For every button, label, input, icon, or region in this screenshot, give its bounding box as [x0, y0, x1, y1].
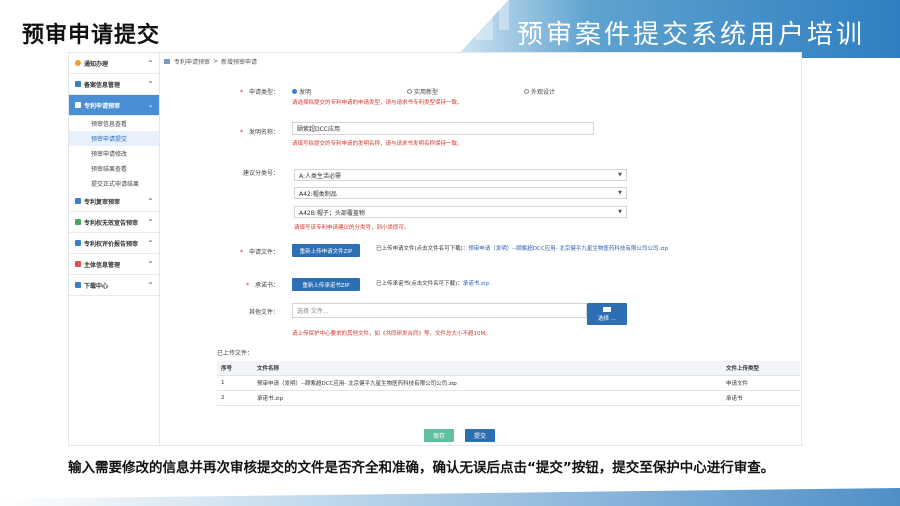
- save-button[interactable]: 保存: [424, 429, 454, 442]
- table-row: 1 预审申请（发明）--颐紫超DCC应用- 北京健平九星生物医药科技有限公司公司…: [217, 375, 800, 391]
- folder-icon: [603, 306, 611, 312]
- column-header: 文件名称: [253, 361, 722, 376]
- radio-icon: [524, 89, 529, 94]
- reupload-commit-button[interactable]: 重新上传承诺书ZIP: [292, 278, 360, 291]
- commit-label: * 承诺书：: [245, 282, 279, 289]
- class-select-subclass[interactable]: A42B:帽子；头部覆盖物 ▼: [294, 206, 627, 218]
- sidebar-subitem-modify[interactable]: 预审申请修改: [69, 146, 159, 161]
- sidebar-item-subject[interactable]: 主体信息管理 ^: [69, 254, 159, 275]
- table-cell: 1: [217, 375, 253, 391]
- table-cell: 2: [217, 390, 253, 406]
- class-hint: 请填写该专利申请建议的分类号，到小类即可。: [294, 225, 410, 231]
- sidebar-subitem-formal[interactable]: 提交正式申请结果: [69, 176, 159, 191]
- folder-icon: [75, 198, 81, 204]
- app-file-info: 已上传申请文件(点击文件名可下载)：预审申请（发明）--颐紫超DCC应用- 北京…: [376, 246, 669, 252]
- chevron-down-icon: ⌄: [147, 101, 153, 109]
- chevron-down-icon: ▼: [618, 172, 622, 178]
- sidebar-item-reexam[interactable]: 专利复审预审 ^: [69, 191, 159, 212]
- sidebar-subitem-result[interactable]: 预审结果查看: [69, 161, 159, 176]
- type-radio-design[interactable]: 外观设计: [524, 87, 555, 96]
- table-row: 2 承诺书.zip 承诺书: [217, 390, 800, 406]
- banner-title: 预审案件提交系统用户培训: [517, 20, 866, 50]
- choose-file-button[interactable]: 选择 ...: [587, 303, 627, 325]
- chevron-up-icon: ^: [147, 59, 153, 67]
- chevron-up-icon: ^: [147, 218, 153, 226]
- slide-title: 预审申请提交: [22, 23, 161, 48]
- sidebar-subitem-submit[interactable]: 预审申请提交: [69, 131, 159, 146]
- chevron-up-icon: ^: [147, 239, 153, 247]
- folder-icon: [75, 81, 81, 87]
- sidebar-item-patent-pre-exam[interactable]: 专利申请预审 ⌄: [69, 95, 159, 116]
- class-label: 建议分类号：: [242, 170, 279, 177]
- radio-selected-icon: [292, 89, 297, 94]
- radio-icon: [407, 89, 412, 94]
- sidebar-item-invalidation[interactable]: 专利权无效宣告预审 ^: [69, 212, 159, 233]
- table-cell: 预审申请（发明）--颐紫超DCC应用- 北京健平九星生物医药科技有限公司公司.z…: [253, 375, 722, 391]
- column-header: 序号: [217, 361, 253, 376]
- home-icon: [164, 59, 170, 64]
- slide-caption: 输入需要修改的信息并再次审核提交的文件是否齐全和准确，确认无误后点击“提交”按钮…: [68, 460, 775, 476]
- commit-info: 已上传承诺书(点击文件名可下载)：承诺书.zip: [376, 281, 489, 287]
- submit-button[interactable]: 提交: [465, 429, 495, 442]
- user-icon: [75, 261, 81, 267]
- invention-name-input[interactable]: 颐紫超DCC应用: [292, 122, 594, 135]
- breadcrumb-item[interactable]: 专利申请预审: [174, 57, 210, 66]
- class-select-class[interactable]: A42:帽类制品 ▼: [294, 187, 627, 199]
- download-icon: [75, 282, 81, 288]
- type-radio-utility[interactable]: 实用新型: [407, 87, 438, 96]
- sidebar-subitem-view[interactable]: 预审信息查看: [69, 116, 159, 131]
- type-label: * 申请类型：: [239, 89, 279, 96]
- chevron-down-icon: ▼: [618, 209, 622, 215]
- breadcrumb-separator: >: [213, 58, 219, 65]
- commit-file-link[interactable]: 承诺书.zip: [463, 281, 489, 287]
- table-cell: 承诺书.zip: [253, 390, 722, 406]
- chevron-down-icon: ▼: [618, 190, 622, 196]
- breadcrumb: 专利申请预审 > 新增预审申请: [164, 57, 257, 66]
- sidebar-item-notice[interactable]: 通知办理 ^: [69, 53, 159, 74]
- other-hint: 请上传保护中心要求的其他文件，如《共同研发合同》等，文件总大小不超10M。: [292, 331, 491, 337]
- title-banner: 预审案件提交系统用户培训: [455, 0, 900, 58]
- sidebar: 通知办理 ^ 备案信息管理 ^ 专利申请预审 ⌄ 预审信息查看 预审申请提交 预…: [69, 53, 160, 445]
- table-cell: 承诺书: [722, 390, 800, 406]
- chevron-up-icon: ^: [147, 281, 153, 289]
- sidebar-item-filing[interactable]: 备案信息管理 ^: [69, 74, 159, 95]
- chevron-up-icon: ^: [147, 260, 153, 268]
- uploaded-files-table: 序号 文件名称 文件上传类型 1 预审申请（发明）--颐紫超DCC应用- 北京健…: [217, 361, 800, 406]
- breadcrumb-current: 新增预审申请: [221, 59, 258, 66]
- folder-icon: [75, 240, 81, 246]
- chevron-up-icon: ^: [147, 197, 153, 205]
- app-file-link[interactable]: 预审申请（发明）--颐紫超DCC应用- 北京健平九星生物医药科技有限公司公司.z…: [468, 246, 668, 252]
- app-file-label: * 申请文件：: [239, 249, 279, 256]
- class-select-section[interactable]: A:人类生活必需 ▼: [294, 169, 627, 181]
- uploaded-files-label: 已上传文件：: [217, 350, 254, 357]
- form-area: * 申请类型： 发明 实用新型 外观设计 请选择拟提交的专利申请的申请类型，请与请…: [159, 67, 801, 445]
- app-window: 通知办理 ^ 备案信息管理 ^ 专利申请预审 ⌄ 预审信息查看 预审申请提交 预…: [68, 52, 802, 446]
- document-icon: [75, 219, 81, 225]
- name-hint: 请填写拟提交的专利申请的发明名称，请与请求书发明名称保持一致。: [292, 141, 463, 147]
- sidebar-item-download[interactable]: 下载中心 ^: [69, 275, 159, 296]
- table-header-row: 序号 文件名称 文件上传类型: [217, 361, 800, 376]
- other-label: 其他文件：: [248, 309, 279, 316]
- reupload-app-file-button[interactable]: 重新上传申请文件ZIP: [292, 244, 360, 257]
- bell-icon: [75, 60, 81, 66]
- sidebar-item-evaluation[interactable]: 专利权评价报告预审 ^: [69, 233, 159, 254]
- other-file-input[interactable]: 选择 文件...: [292, 303, 587, 318]
- chevron-up-icon: ^: [147, 80, 153, 88]
- table-cell: 申请文件: [722, 375, 800, 391]
- column-header: 文件上传类型: [722, 361, 800, 376]
- document-icon: [75, 102, 81, 108]
- decorative-footer-bar: [0, 488, 900, 506]
- type-hint: 请选择拟提交的专利申请的申请类型，请与请求书专利类型保持一致。: [292, 100, 463, 106]
- type-radio-invention[interactable]: 发明: [292, 87, 311, 96]
- name-label: * 发明名称：: [239, 129, 279, 136]
